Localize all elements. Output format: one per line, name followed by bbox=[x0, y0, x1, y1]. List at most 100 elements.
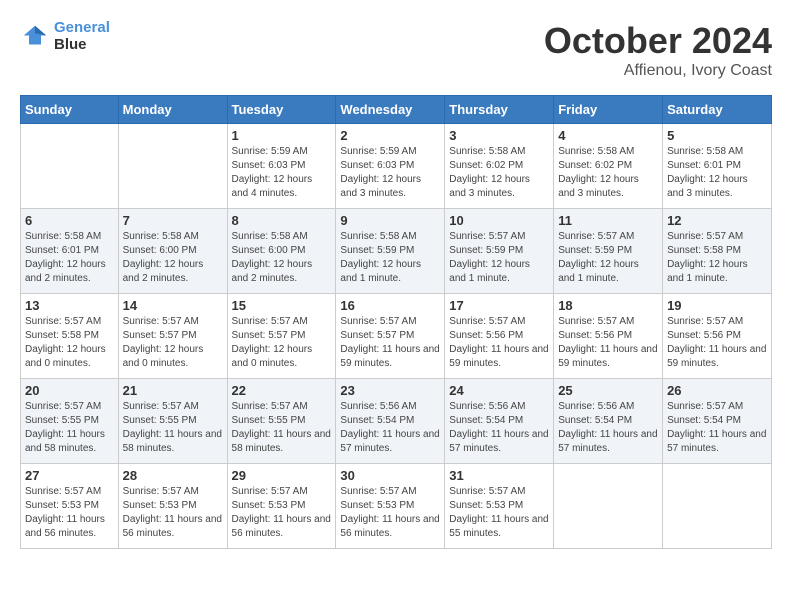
day-number: 9 bbox=[340, 213, 440, 228]
day-number: 8 bbox=[232, 213, 332, 228]
day-info: Sunrise: 5:56 AM Sunset: 5:54 PM Dayligh… bbox=[340, 400, 440, 456]
day-info: Sunrise: 5:58 AM Sunset: 5:59 PM Dayligh… bbox=[340, 230, 440, 286]
calendar-cell: 21 Sunrise: 5:57 AM Sunset: 5:55 PM Dayli… bbox=[118, 379, 227, 464]
calendar-cell: 31 Sunrise: 5:57 AM Sunset: 5:53 PM Dayli… bbox=[445, 464, 554, 549]
day-info: Sunrise: 5:57 AM Sunset: 5:53 PM Dayligh… bbox=[232, 485, 332, 541]
day-info: Sunrise: 5:56 AM Sunset: 5:54 PM Dayligh… bbox=[558, 400, 658, 456]
day-info: Sunrise: 5:56 AM Sunset: 5:54 PM Dayligh… bbox=[449, 400, 549, 456]
title-block: October 2024 Affienou, Ivory Coast bbox=[544, 20, 772, 80]
day-number: 11 bbox=[558, 213, 658, 228]
day-number: 26 bbox=[667, 383, 767, 398]
calendar-cell: 19 Sunrise: 5:57 AM Sunset: 5:56 PM Dayli… bbox=[663, 294, 772, 379]
day-number: 29 bbox=[232, 468, 332, 483]
day-number: 19 bbox=[667, 298, 767, 313]
day-number: 25 bbox=[558, 383, 658, 398]
day-number: 21 bbox=[123, 383, 223, 398]
day-info: Sunrise: 5:57 AM Sunset: 5:55 PM Dayligh… bbox=[232, 400, 332, 456]
calendar-cell: 3 Sunrise: 5:58 AM Sunset: 6:02 PM Daylig… bbox=[445, 124, 554, 209]
calendar-cell: 27Sunrise: 5:57 AM Sunset: 5:53 PM Dayli… bbox=[21, 464, 119, 549]
logo: General Blue bbox=[20, 20, 110, 53]
calendar-cell bbox=[21, 124, 119, 209]
day-info: Sunrise: 5:57 AM Sunset: 5:53 PM Dayligh… bbox=[123, 485, 223, 541]
day-number: 22 bbox=[232, 383, 332, 398]
logo-text-line1: General Blue bbox=[54, 20, 110, 53]
calendar-week-row: 20 Sunrise: 5:57 AM Sunset: 5:55 PM Dayli… bbox=[21, 379, 772, 464]
day-info: Sunrise: 5:57 AM Sunset: 5:58 PM Dayligh… bbox=[667, 230, 767, 286]
day-number: 1 bbox=[232, 128, 332, 143]
weekday-header-sunday: Sunday bbox=[21, 96, 119, 124]
calendar-cell: 22 Sunrise: 5:57 AM Sunset: 5:55 PM Dayli… bbox=[227, 379, 336, 464]
day-info: Sunrise: 5:57 AM Sunset: 5:57 PM Dayligh… bbox=[340, 315, 440, 371]
calendar-cell: 13 Sunrise: 5:57 AM Sunset: 5:58 PM Dayli… bbox=[21, 294, 119, 379]
logo-icon bbox=[20, 22, 50, 52]
calendar-cell: 2Sunrise: 5:59 AM Sunset: 6:03 PM Daylig… bbox=[336, 124, 445, 209]
day-number: 23 bbox=[340, 383, 440, 398]
day-info: Sunrise: 5:57 AM Sunset: 5:53 PM Dayligh… bbox=[340, 485, 440, 541]
day-number: 18 bbox=[558, 298, 658, 313]
weekday-header-saturday: Saturday bbox=[663, 96, 772, 124]
day-number: 30 bbox=[340, 468, 440, 483]
day-info: Sunrise: 5:58 AM Sunset: 6:02 PM Dayligh… bbox=[449, 145, 549, 201]
calendar-cell: 24 Sunrise: 5:56 AM Sunset: 5:54 PM Dayli… bbox=[445, 379, 554, 464]
calendar-cell: 26 Sunrise: 5:57 AM Sunset: 5:54 PM Dayli… bbox=[663, 379, 772, 464]
calendar-cell: 18 Sunrise: 5:57 AM Sunset: 5:56 PM Dayli… bbox=[554, 294, 663, 379]
day-info: Sunrise: 5:57 AM Sunset: 5:57 PM Dayligh… bbox=[123, 315, 223, 371]
day-number: 14 bbox=[123, 298, 223, 313]
calendar-cell: 11 Sunrise: 5:57 AM Sunset: 5:59 PM Dayli… bbox=[554, 209, 663, 294]
calendar-cell: 20Sunrise: 5:57 AM Sunset: 5:55 PM Dayli… bbox=[21, 379, 119, 464]
day-number: 15 bbox=[232, 298, 332, 313]
day-info: Sunrise: 5:57 AM Sunset: 5:59 PM Dayligh… bbox=[558, 230, 658, 286]
calendar-cell bbox=[118, 124, 227, 209]
calendar-cell: 7Sunrise: 5:58 AM Sunset: 6:00 PM Daylig… bbox=[118, 209, 227, 294]
calendar-cell: 25 Sunrise: 5:56 AM Sunset: 5:54 PM Dayli… bbox=[554, 379, 663, 464]
calendar-table: SundayMondayTuesdayWednesdayThursdayFrid… bbox=[20, 95, 772, 549]
day-number: 3 bbox=[449, 128, 549, 143]
day-info: Sunrise: 5:58 AM Sunset: 6:00 PM Dayligh… bbox=[123, 230, 223, 286]
month-title: October 2024 bbox=[544, 20, 772, 62]
calendar-cell: 17Sunrise: 5:57 AM Sunset: 5:56 PM Dayli… bbox=[445, 294, 554, 379]
calendar-week-row: 27Sunrise: 5:57 AM Sunset: 5:53 PM Dayli… bbox=[21, 464, 772, 549]
day-info: Sunrise: 5:58 AM Sunset: 6:01 PM Dayligh… bbox=[667, 145, 767, 201]
calendar-week-row: 6Sunrise: 5:58 AM Sunset: 6:01 PM Daylig… bbox=[21, 209, 772, 294]
day-number: 31 bbox=[449, 468, 549, 483]
day-info: Sunrise: 5:57 AM Sunset: 5:56 PM Dayligh… bbox=[667, 315, 767, 371]
calendar-cell: 10 Sunrise: 5:57 AM Sunset: 5:59 PM Dayli… bbox=[445, 209, 554, 294]
day-info: Sunrise: 5:58 AM Sunset: 6:00 PM Dayligh… bbox=[232, 230, 332, 286]
weekday-header-row: SundayMondayTuesdayWednesdayThursdayFrid… bbox=[21, 96, 772, 124]
calendar-cell: 30 Sunrise: 5:57 AM Sunset: 5:53 PM Dayli… bbox=[336, 464, 445, 549]
day-info: Sunrise: 5:57 AM Sunset: 5:58 PM Dayligh… bbox=[25, 315, 114, 371]
day-info: Sunrise: 5:57 AM Sunset: 5:59 PM Dayligh… bbox=[449, 230, 549, 286]
page-header: General Blue October 2024 Affienou, Ivor… bbox=[20, 20, 772, 80]
day-info: Sunrise: 5:59 AM Sunset: 6:03 PM Dayligh… bbox=[232, 145, 332, 201]
day-number: 6 bbox=[25, 213, 114, 228]
day-number: 16 bbox=[340, 298, 440, 313]
day-info: Sunrise: 5:57 AM Sunset: 5:56 PM Dayligh… bbox=[558, 315, 658, 371]
location-subtitle: Affienou, Ivory Coast bbox=[544, 62, 772, 80]
day-number: 20 bbox=[25, 383, 114, 398]
calendar-week-row: 1 Sunrise: 5:59 AM Sunset: 6:03 PM Daylig… bbox=[21, 124, 772, 209]
day-info: Sunrise: 5:58 AM Sunset: 6:02 PM Dayligh… bbox=[558, 145, 658, 201]
calendar-cell: 6Sunrise: 5:58 AM Sunset: 6:01 PM Daylig… bbox=[21, 209, 119, 294]
day-number: 24 bbox=[449, 383, 549, 398]
calendar-cell: 23 Sunrise: 5:56 AM Sunset: 5:54 PM Dayli… bbox=[336, 379, 445, 464]
calendar-cell: 1 Sunrise: 5:59 AM Sunset: 6:03 PM Daylig… bbox=[227, 124, 336, 209]
calendar-cell: 9 Sunrise: 5:58 AM Sunset: 5:59 PM Daylig… bbox=[336, 209, 445, 294]
calendar-cell bbox=[663, 464, 772, 549]
weekday-header-thursday: Thursday bbox=[445, 96, 554, 124]
calendar-cell: 12Sunrise: 5:57 AM Sunset: 5:58 PM Dayli… bbox=[663, 209, 772, 294]
day-number: 10 bbox=[449, 213, 549, 228]
weekday-header-friday: Friday bbox=[554, 96, 663, 124]
day-info: Sunrise: 5:57 AM Sunset: 5:53 PM Dayligh… bbox=[449, 485, 549, 541]
day-number: 13 bbox=[25, 298, 114, 313]
calendar-cell: 28Sunrise: 5:57 AM Sunset: 5:53 PM Dayli… bbox=[118, 464, 227, 549]
weekday-header-monday: Monday bbox=[118, 96, 227, 124]
day-info: Sunrise: 5:57 AM Sunset: 5:54 PM Dayligh… bbox=[667, 400, 767, 456]
day-info: Sunrise: 5:59 AM Sunset: 6:03 PM Dayligh… bbox=[340, 145, 440, 201]
day-info: Sunrise: 5:57 AM Sunset: 5:56 PM Dayligh… bbox=[449, 315, 549, 371]
calendar-cell bbox=[554, 464, 663, 549]
day-number: 4 bbox=[558, 128, 658, 143]
weekday-header-wednesday: Wednesday bbox=[336, 96, 445, 124]
day-info: Sunrise: 5:57 AM Sunset: 5:55 PM Dayligh… bbox=[123, 400, 223, 456]
calendar-cell: 4 Sunrise: 5:58 AM Sunset: 6:02 PM Daylig… bbox=[554, 124, 663, 209]
weekday-header-tuesday: Tuesday bbox=[227, 96, 336, 124]
